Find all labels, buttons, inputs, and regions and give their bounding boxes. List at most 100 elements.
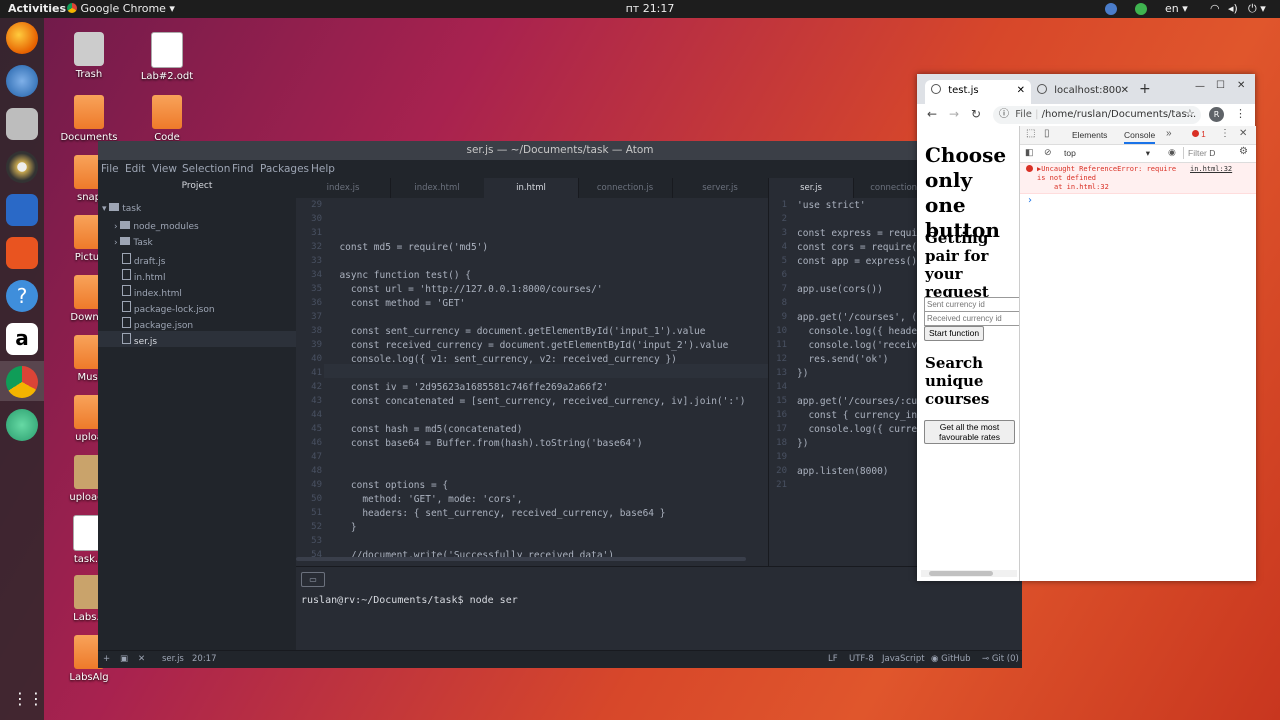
status-file[interactable]: ser.js: [162, 654, 184, 664]
volume-icon[interactable]: ◂): [1228, 2, 1238, 16]
console-prompt[interactable]: ›: [1028, 195, 1032, 206]
console-error-entry[interactable]: ▶Uncaught ReferenceError: require is not…: [1020, 163, 1256, 194]
tree-file-package-lock[interactable]: package-lock.json: [122, 301, 215, 315]
menu-view[interactable]: View: [152, 163, 177, 175]
writer-icon[interactable]: [6, 194, 38, 226]
desktop-icon-documents[interactable]: Documents: [54, 95, 124, 143]
close-tab-icon[interactable]: ✕: [1121, 80, 1129, 102]
error-source-link[interactable]: in.html:32: [1190, 165, 1232, 174]
bookmark-star-icon[interactable]: ☆: [1185, 107, 1195, 120]
address-bar[interactable]: ⓘ File | /home/ruslan/Documents/tas...: [993, 106, 1201, 124]
add-terminal-icon[interactable]: +: [103, 654, 110, 664]
desktop-icon-code[interactable]: Code: [132, 95, 202, 143]
activities-button[interactable]: Activities: [8, 2, 66, 16]
menu-file[interactable]: File: [101, 163, 119, 175]
status-git[interactable]: ⊸ Git (0): [982, 654, 1019, 664]
editor-left[interactable]: 29 30 31 32 const md5 = require('md5') 33 34 …: [296, 198, 768, 566]
window-title[interactable]: ser.js — ~/Documents/task — Atom: [98, 141, 1022, 160]
files-icon[interactable]: [6, 108, 38, 140]
filter-input[interactable]: Filter D: [1183, 147, 1228, 159]
page-horizontal-scrollbar[interactable]: [921, 570, 1017, 577]
desktop-icon-trash[interactable]: Trash: [54, 32, 124, 80]
tab-console[interactable]: Console: [1124, 130, 1156, 144]
status-github[interactable]: ◉ GitHub: [931, 654, 971, 664]
tree-folder-node-modules[interactable]: › node_modules: [114, 221, 199, 232]
start-function-button[interactable]: Start function: [924, 326, 985, 341]
minimize-icon[interactable]: —: [1195, 81, 1205, 92]
clear-console-icon[interactable]: ⊘: [1044, 147, 1052, 158]
thunderbird-icon[interactable]: [6, 65, 38, 97]
tab-ser-js[interactable]: ser.js: [769, 178, 854, 198]
forward-icon[interactable]: →: [949, 107, 959, 121]
rhythmbox-icon[interactable]: [6, 151, 38, 183]
eye-icon[interactable]: ◉: [1168, 147, 1176, 158]
maximize-icon[interactable]: ☐: [1216, 80, 1225, 91]
show-apps-icon[interactable]: ⋮⋮: [12, 688, 44, 710]
received-currency-input[interactable]: [924, 311, 1019, 326]
close-tab-icon[interactable]: ✕: [1017, 80, 1025, 102]
tree-file-draft[interactable]: draft.js: [122, 253, 165, 267]
status-cursor-position[interactable]: 20:17: [192, 654, 217, 664]
inspect-icon[interactable]: ⬚: [1026, 128, 1035, 139]
desktop-icon-lab2[interactable]: Lab#2.odt: [132, 32, 202, 82]
tab-elements[interactable]: Elements: [1072, 130, 1107, 140]
atom-icon[interactable]: [6, 409, 38, 441]
check-icon[interactable]: [1135, 3, 1147, 15]
menu-packages[interactable]: Packages: [260, 163, 309, 175]
terminal-toggle-icon[interactable]: ▣: [120, 654, 128, 664]
chrome-icon[interactable]: [6, 366, 38, 398]
info-icon[interactable]: ⓘ: [999, 109, 1009, 120]
language-indicator[interactable]: en ▾: [1165, 2, 1188, 16]
software-icon[interactable]: [6, 237, 38, 269]
tab-index-js[interactable]: index.js: [296, 178, 391, 198]
status-line-ending[interactable]: LF: [828, 654, 838, 664]
chrome-menu-icon[interactable]: ⋮: [1235, 107, 1246, 120]
chrome-tab-localhost[interactable]: localhost:800 ✕: [1033, 80, 1131, 104]
more-tabs-button[interactable]: »: [1166, 128, 1172, 139]
horizontal-scrollbar[interactable]: [296, 557, 746, 561]
tree-file-package[interactable]: package.json: [122, 317, 193, 331]
back-icon[interactable]: ←: [927, 107, 937, 121]
close-window-icon[interactable]: ✕: [1237, 80, 1245, 91]
terminal-panel[interactable]: ▭ ruslan@rv:~/Documents/task$ node ser: [296, 566, 1022, 651]
help-icon[interactable]: ?: [6, 280, 38, 312]
firefox-icon[interactable]: [6, 22, 38, 54]
error-count-badge[interactable]: 1: [1192, 130, 1206, 139]
app-menu[interactable]: Google Chrome ▾: [67, 2, 175, 16]
menu-find[interactable]: Find: [232, 163, 254, 175]
terminal-icon[interactable]: ▭: [301, 572, 325, 587]
menu-edit[interactable]: Edit: [125, 163, 145, 175]
status-encoding[interactable]: UTF-8: [849, 654, 874, 664]
update-icon[interactable]: [1105, 3, 1117, 15]
tree-folder-task[interactable]: ▾ task: [102, 203, 141, 214]
new-tab-icon[interactable]: +: [1139, 81, 1151, 97]
sent-currency-input[interactable]: [924, 297, 1019, 312]
device-toolbar-icon[interactable]: ▯: [1044, 128, 1050, 139]
tab-server-js[interactable]: server.js: [672, 178, 769, 198]
get-rates-button[interactable]: Get all the most favourable rates: [924, 420, 1015, 444]
console-settings-icon[interactable]: ⚙: [1239, 146, 1248, 157]
devtools-close-icon[interactable]: ✕: [1239, 128, 1247, 139]
sidebar-toggle-icon[interactable]: ◧: [1025, 147, 1034, 158]
amazon-icon[interactable]: a: [6, 323, 38, 355]
reload-icon[interactable]: ↻: [971, 107, 981, 121]
status-grammar[interactable]: JavaScript: [882, 654, 925, 664]
wifi-icon[interactable]: ◠: [1210, 2, 1220, 16]
devtools-menu-icon[interactable]: ⋮: [1220, 128, 1230, 139]
tree-file-in-html[interactable]: in.html: [122, 269, 165, 283]
context-select[interactable]: top ▾: [1064, 147, 1154, 159]
power-icon[interactable]: ⏻ ▾: [1248, 2, 1266, 16]
menu-selection[interactable]: Selection: [182, 163, 230, 175]
chrome-tab-test-js[interactable]: test.js ✕: [925, 80, 1031, 104]
tree-file-index-html[interactable]: index.html: [122, 285, 182, 299]
tree-file-ser[interactable]: ser.js: [122, 333, 157, 347]
menu-help[interactable]: Help: [311, 163, 335, 175]
profile-avatar[interactable]: R: [1209, 107, 1224, 122]
tab-connection-js[interactable]: connection.js: [578, 178, 673, 198]
scrollbar-thumb[interactable]: [929, 571, 993, 576]
tab-in-html[interactable]: in.html: [484, 178, 579, 198]
close-terminal-icon[interactable]: ✕: [138, 654, 145, 664]
clock[interactable]: пт 21:17: [620, 2, 680, 16]
tab-index-html[interactable]: index.html: [390, 178, 485, 198]
tree-folder-task-sub[interactable]: › Task: [114, 237, 153, 248]
